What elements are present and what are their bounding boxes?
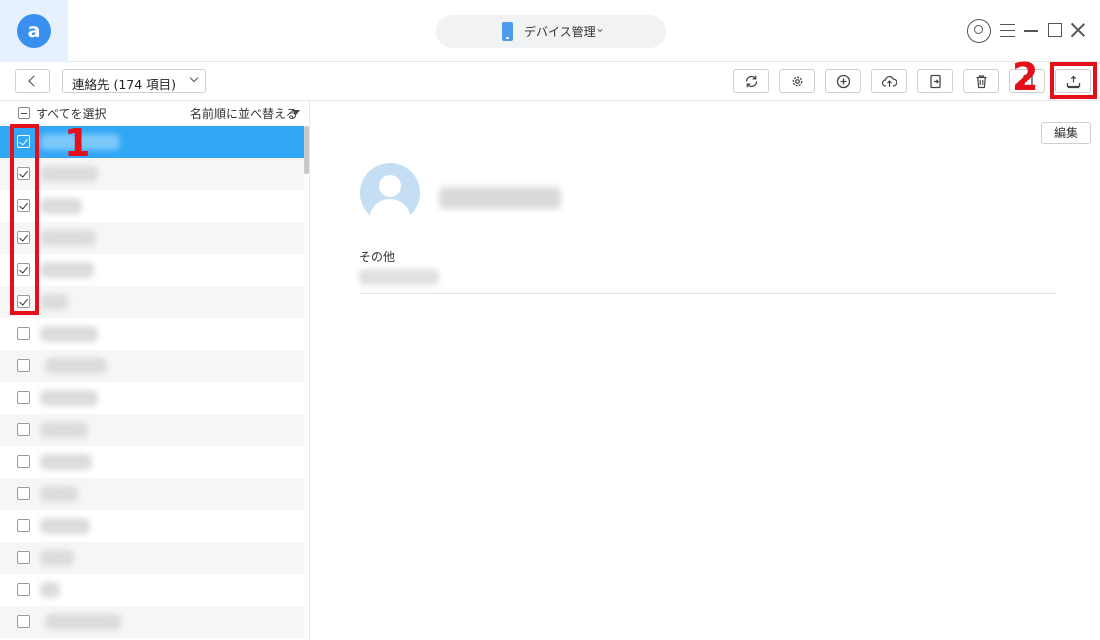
contact-checkbox[interactable] <box>17 615 30 628</box>
contact-detail-pane: 編集 その他 <box>311 101 1100 640</box>
contact-name-redacted <box>40 326 98 342</box>
annotation-box-to-computer <box>1050 62 1097 99</box>
annotation-number-2: 2 <box>1012 55 1039 99</box>
logo-letter: a <box>27 20 41 42</box>
sort-dropdown[interactable]: 名前順に並べ替える <box>190 105 298 122</box>
category-dropdown[interactable]: 連絡先 (174 項目) <box>62 69 206 93</box>
contact-row[interactable] <box>0 382 304 414</box>
contact-name-redacted <box>40 422 88 438</box>
phone-icon <box>502 22 513 41</box>
gear-icon <box>790 74 805 89</box>
contact-row[interactable] <box>0 254 304 286</box>
contact-name-redacted <box>40 518 90 534</box>
avatar <box>360 163 420 223</box>
contact-checkbox[interactable] <box>17 391 30 404</box>
contact-row[interactable] <box>0 318 304 350</box>
contact-row[interactable] <box>0 126 304 158</box>
contact-row[interactable] <box>0 478 304 510</box>
contact-name-redacted <box>439 187 561 209</box>
scrollbar[interactable] <box>304 126 309 174</box>
list-header: すべてを選択 名前順に並べ替える <box>0 101 310 125</box>
contact-name-redacted <box>40 486 78 502</box>
contact-name-redacted <box>40 390 98 406</box>
trash-icon <box>974 74 989 89</box>
refresh-icon <box>744 74 759 89</box>
other-section-label: その他 <box>359 250 396 264</box>
contact-checkbox[interactable] <box>17 583 30 596</box>
contact-checkbox[interactable] <box>17 455 30 468</box>
contact-row[interactable] <box>0 510 304 542</box>
close-icon[interactable] <box>1070 22 1086 38</box>
device-manager-dropdown[interactable]: デバイス管理 ⌄ <box>436 15 666 48</box>
minimize-icon[interactable] <box>1024 30 1038 32</box>
caret-down-icon[interactable] <box>292 110 300 115</box>
export-to-device-button[interactable] <box>917 69 953 93</box>
contact-row[interactable] <box>0 190 304 222</box>
select-all-label[interactable]: すべてを選択 <box>36 105 106 122</box>
contact-name-redacted <box>45 614 121 630</box>
upload-cloud-button[interactable] <box>871 69 907 93</box>
chevron-down-icon <box>189 73 199 83</box>
contact-name-redacted <box>40 294 68 310</box>
contact-name-redacted <box>40 198 82 214</box>
contact-row[interactable] <box>0 350 304 382</box>
contact-row[interactable] <box>0 606 304 638</box>
search-icon[interactable] <box>967 19 991 43</box>
chevron-down-icon: ⌄ <box>595 21 606 35</box>
divider <box>359 293 1057 294</box>
device-manager-label: デバイス管理 <box>524 25 596 39</box>
avatar-body <box>369 199 411 223</box>
contact-checkbox[interactable] <box>17 359 30 372</box>
contact-rows <box>0 126 304 640</box>
contact-name-redacted <box>40 230 96 246</box>
contact-name-redacted <box>45 358 107 374</box>
select-all-checkbox[interactable] <box>18 107 30 119</box>
annotation-box-checkboxes <box>10 124 39 315</box>
contact-row[interactable] <box>0 542 304 574</box>
contact-name-redacted <box>40 582 60 598</box>
maximize-icon[interactable] <box>1048 23 1062 37</box>
contact-checkbox[interactable] <box>17 519 30 532</box>
contact-checkbox[interactable] <box>17 327 30 340</box>
contact-list-pane: すべてを選択 名前順に並べ替える <box>0 101 310 640</box>
contact-row[interactable] <box>0 574 304 606</box>
contact-row[interactable] <box>0 446 304 478</box>
app-logo-icon: a <box>17 14 51 48</box>
contact-checkbox[interactable] <box>17 551 30 564</box>
contact-row[interactable] <box>0 158 304 190</box>
edit-button[interactable]: 編集 <box>1041 122 1091 144</box>
add-button[interactable] <box>825 69 861 93</box>
contact-name-redacted <box>40 454 92 470</box>
refresh-button[interactable] <box>733 69 769 93</box>
contact-name-redacted <box>40 550 74 566</box>
contact-checkbox[interactable] <box>17 423 30 436</box>
back-button[interactable] <box>15 69 50 93</box>
contact-name-redacted <box>40 166 98 182</box>
annotation-number-1: 1 <box>64 121 91 165</box>
export-icon <box>928 74 943 89</box>
menu-icon[interactable] <box>1000 24 1015 37</box>
contact-name-redacted <box>40 262 94 278</box>
delete-button[interactable] <box>963 69 999 93</box>
other-value-redacted <box>359 269 439 285</box>
logo-area: a <box>0 0 68 62</box>
avatar-head <box>379 175 401 197</box>
toolbar: 連絡先 (174 項目) <box>0 62 1100 101</box>
contact-checkbox[interactable] <box>17 487 30 500</box>
contact-row[interactable] <box>0 286 304 318</box>
settings-button[interactable] <box>779 69 815 93</box>
contact-row[interactable] <box>0 414 304 446</box>
title-bar: a デバイス管理 ⌄ <box>0 0 1100 62</box>
category-label: 連絡先 (174 項目) <box>72 77 177 92</box>
plus-circle-icon <box>836 74 851 89</box>
contact-row[interactable] <box>0 222 304 254</box>
cloud-upload-icon <box>881 74 898 89</box>
